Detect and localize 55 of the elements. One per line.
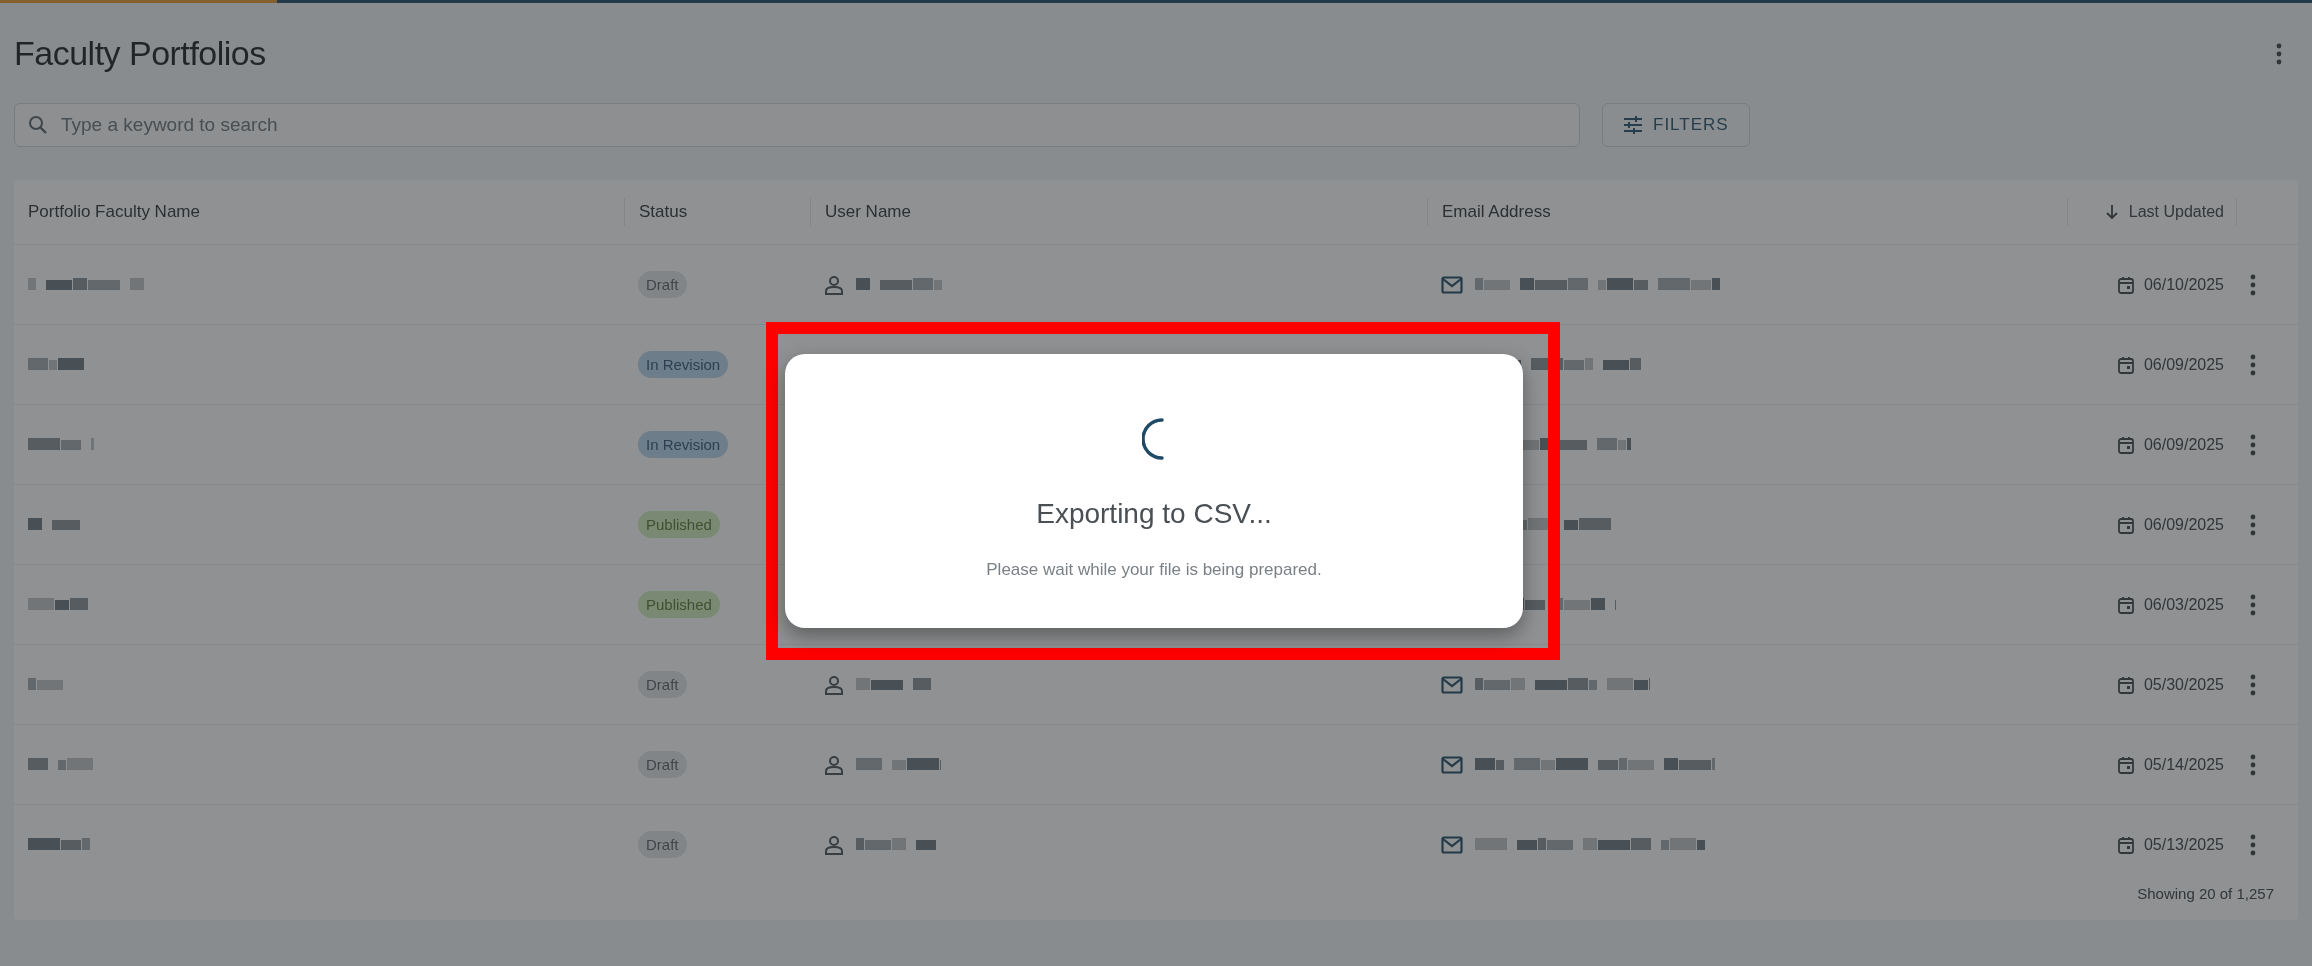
more-icon[interactable] [2250,273,2256,296]
calendar-icon [2117,435,2134,454]
mail-icon [1441,835,1463,854]
calendar-icon [2117,515,2134,534]
status-badge: In Revision [638,351,729,378]
calendar-icon [2117,755,2134,774]
dialog-title: Exporting to CSV... [1036,498,1272,530]
status-badge: Draft [638,751,687,778]
column-header[interactable]: Email Address [1442,202,1551,222]
date-text: 06/10/2025 [2143,275,2224,294]
more-icon[interactable] [2250,593,2256,616]
dialog-message: Please wait while your file is being prepared. [986,560,1322,580]
spinner-icon [1142,417,1166,461]
person-icon [824,674,844,695]
date-text: 06/09/2025 [2143,435,2224,454]
column-header[interactable]: User Name [825,202,911,222]
status-badge: Draft [638,671,687,698]
calendar-icon [2117,595,2134,614]
more-icon[interactable] [2250,353,2256,376]
calendar-icon [2117,275,2134,294]
column-header[interactable]: Portfolio Faculty Name [28,202,200,222]
mail-icon [1441,275,1463,294]
status-badge: Draft [638,271,687,298]
date-text: 05/30/2025 [2143,675,2224,694]
row-count: Showing 20 of 1,257 [2137,885,2274,902]
more-icon[interactable] [2250,833,2256,856]
calendar-icon [2117,835,2134,854]
more-icon[interactable] [2250,753,2256,776]
person-icon [824,834,844,855]
person-icon [824,274,844,295]
status-badge: Published [638,591,720,618]
column-header[interactable]: Status [639,202,688,222]
person-icon [824,754,844,775]
search-field[interactable]: Type a keyword to search [14,103,1580,147]
status-badge: Published [638,511,720,538]
sliders-icon [1623,116,1643,134]
calendar-icon [2117,355,2134,374]
mail-icon [1441,675,1463,694]
calendar-icon [2117,675,2134,694]
mail-icon [1441,755,1463,774]
date-text: 06/09/2025 [2143,515,2224,534]
status-badge: Draft [638,831,687,858]
more-icon[interactable] [2250,513,2256,536]
sort-arrow-icon[interactable] [2104,204,2119,220]
date-text: 06/09/2025 [2143,355,2224,374]
more-icon[interactable] [2250,673,2256,696]
more-icon[interactable] [2250,433,2256,456]
date-text: 05/14/2025 [2143,755,2224,774]
date-text: 05/13/2025 [2143,835,2224,854]
date-text: 06/03/2025 [2143,595,2224,614]
status-badge: In Revision [638,431,729,458]
page-title: Faculty Portfolios [14,34,266,73]
column-header[interactable]: Last Updated [2128,203,2224,221]
filters-button[interactable]: FILTERS [1602,103,1750,147]
more-icon[interactable] [2276,42,2282,65]
